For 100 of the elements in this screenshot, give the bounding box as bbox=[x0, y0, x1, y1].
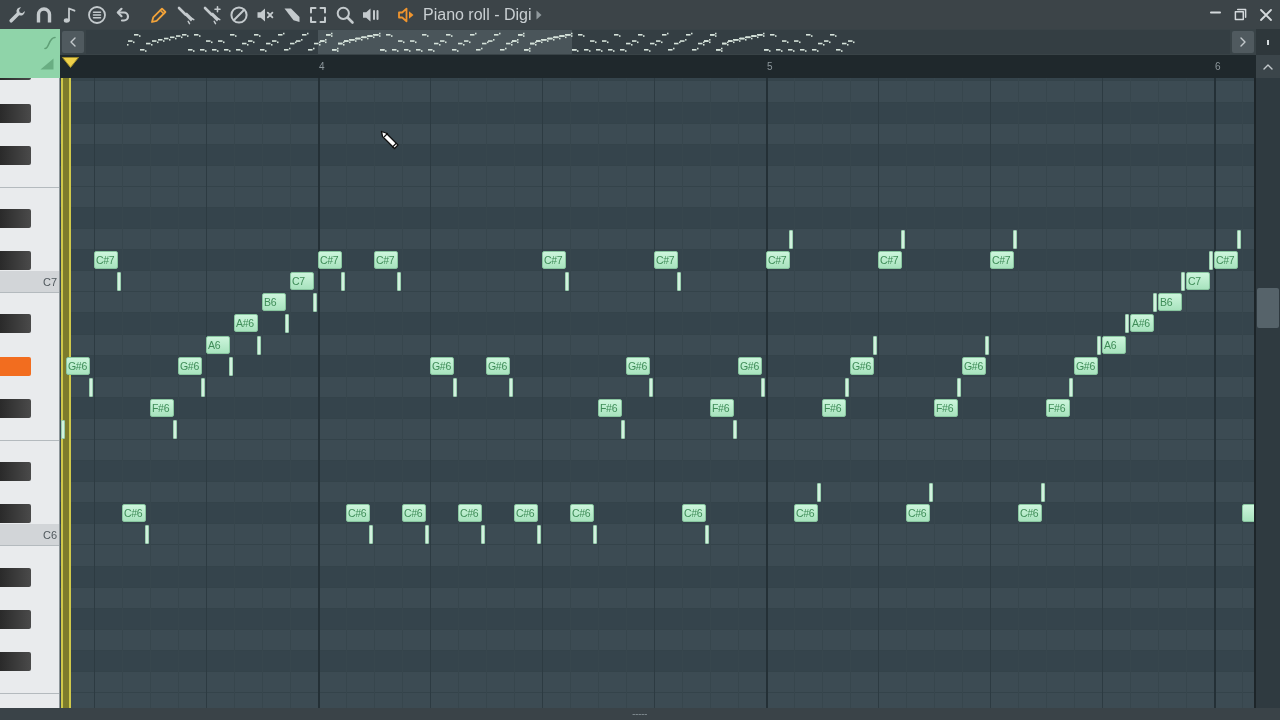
note[interactable]: C#6 bbox=[458, 504, 482, 523]
note[interactable]: B6 bbox=[1158, 293, 1182, 312]
select-icon[interactable] bbox=[308, 4, 328, 25]
note[interactable] bbox=[509, 377, 514, 397]
piano-key[interactable] bbox=[0, 567, 31, 587]
caret-icon[interactable] bbox=[536, 9, 543, 20]
note[interactable] bbox=[1125, 314, 1130, 334]
piano-key[interactable] bbox=[0, 609, 31, 629]
note[interactable]: C#6 bbox=[1018, 504, 1042, 523]
scrollbar-thumb[interactable] bbox=[1257, 288, 1279, 328]
note[interactable] bbox=[1209, 251, 1214, 271]
piano-key[interactable] bbox=[0, 398, 31, 418]
note[interactable]: C#6 bbox=[402, 504, 426, 523]
note[interactable] bbox=[369, 525, 374, 545]
note[interactable] bbox=[1097, 335, 1102, 355]
note[interactable]: F#6 bbox=[598, 398, 622, 417]
note[interactable] bbox=[929, 483, 934, 503]
note[interactable] bbox=[1153, 293, 1158, 313]
note[interactable] bbox=[621, 419, 626, 439]
piano-key[interactable] bbox=[0, 462, 31, 482]
note[interactable] bbox=[257, 335, 262, 355]
menu-icon[interactable] bbox=[86, 4, 107, 25]
note[interactable]: A6 bbox=[1102, 335, 1126, 354]
note[interactable]: F#6 bbox=[1046, 398, 1070, 417]
note[interactable]: G#6 bbox=[1074, 356, 1098, 375]
piano-key[interactable] bbox=[0, 251, 31, 271]
note[interactable] bbox=[285, 314, 290, 334]
note[interactable]: C#6 bbox=[794, 504, 818, 523]
note[interactable]: C#7 bbox=[766, 251, 790, 270]
note[interactable] bbox=[173, 419, 178, 439]
note[interactable] bbox=[117, 272, 122, 292]
note[interactable]: C#7 bbox=[654, 251, 678, 270]
note[interactable] bbox=[845, 377, 850, 397]
note[interactable]: F#6 bbox=[710, 398, 734, 417]
note[interactable] bbox=[565, 272, 570, 292]
note[interactable]: G#6 bbox=[962, 356, 986, 375]
note[interactable] bbox=[677, 272, 682, 292]
grip-icon[interactable] bbox=[632, 712, 648, 716]
note[interactable] bbox=[1237, 230, 1242, 250]
note[interactable]: G#6 bbox=[486, 356, 510, 375]
note[interactable]: C#6 bbox=[682, 504, 706, 523]
note[interactable]: C#7 bbox=[878, 251, 902, 270]
piano-key[interactable] bbox=[0, 314, 31, 334]
note[interactable]: C#6 bbox=[570, 504, 594, 523]
playhead-marker-icon[interactable] bbox=[62, 57, 79, 68]
brush-icon[interactable] bbox=[175, 4, 196, 25]
note[interactable]: C#6 bbox=[346, 504, 370, 523]
note[interactable]: G#6 bbox=[178, 356, 202, 375]
piano-key[interactable]: C6 bbox=[0, 524, 59, 546]
note[interactable]: C7 bbox=[290, 272, 314, 291]
note[interactable] bbox=[733, 419, 738, 439]
note[interactable] bbox=[593, 525, 598, 545]
note[interactable]: G#6 bbox=[850, 356, 874, 375]
note[interactable] bbox=[229, 356, 234, 376]
note[interactable] bbox=[817, 483, 822, 503]
wrench-icon[interactable] bbox=[7, 4, 27, 25]
note[interactable]: C#6 bbox=[906, 504, 930, 523]
brush-plus-icon[interactable] bbox=[202, 4, 222, 25]
note[interactable] bbox=[341, 272, 346, 292]
note[interactable] bbox=[1013, 230, 1018, 250]
note[interactable]: C7 bbox=[1186, 272, 1210, 291]
note[interactable]: C#7 bbox=[542, 251, 566, 270]
timeline-ruler[interactable]: 4 5 6 bbox=[60, 55, 1256, 78]
piano-key[interactable] bbox=[0, 504, 31, 524]
note[interactable]: C#7 bbox=[94, 251, 118, 270]
note[interactable] bbox=[705, 525, 710, 545]
note[interactable]: A6 bbox=[206, 335, 230, 354]
note[interactable]: C#6 bbox=[514, 504, 538, 523]
note[interactable] bbox=[873, 335, 878, 355]
prohibit-icon[interactable] bbox=[228, 4, 249, 25]
restore-icon[interactable] bbox=[1234, 8, 1247, 21]
note[interactable] bbox=[61, 419, 66, 439]
note[interactable]: G#6 bbox=[738, 356, 762, 375]
note[interactable] bbox=[649, 377, 654, 397]
note[interactable] bbox=[1041, 483, 1046, 503]
zoom-icon[interactable] bbox=[334, 4, 355, 25]
piano-key[interactable] bbox=[0, 145, 31, 165]
note[interactable]: C#7 bbox=[990, 251, 1014, 270]
note[interactable] bbox=[901, 230, 906, 250]
note[interactable] bbox=[201, 377, 206, 397]
note[interactable]: G#6 bbox=[66, 356, 90, 375]
note[interactable]: F#6 bbox=[934, 398, 958, 417]
scroll-up-button[interactable] bbox=[1256, 55, 1280, 78]
note[interactable] bbox=[397, 272, 402, 292]
note[interactable] bbox=[537, 525, 542, 545]
note[interactable] bbox=[145, 525, 150, 545]
note[interactable] bbox=[453, 377, 458, 397]
note[interactable]: A#6 bbox=[234, 314, 258, 333]
note[interactable] bbox=[1069, 377, 1074, 397]
note[interactable] bbox=[957, 377, 962, 397]
note[interactable]: F#6 bbox=[150, 398, 174, 417]
note[interactable]: C#7 bbox=[318, 251, 342, 270]
note[interactable]: F#6 bbox=[822, 398, 846, 417]
note[interactable]: C#7 bbox=[1214, 251, 1238, 270]
note[interactable] bbox=[1181, 272, 1186, 292]
note[interactable] bbox=[481, 525, 486, 545]
note[interactable]: B6 bbox=[262, 293, 286, 312]
note[interactable] bbox=[761, 377, 766, 397]
note[interactable] bbox=[985, 335, 990, 355]
note[interactable]: A#6 bbox=[1130, 314, 1154, 333]
